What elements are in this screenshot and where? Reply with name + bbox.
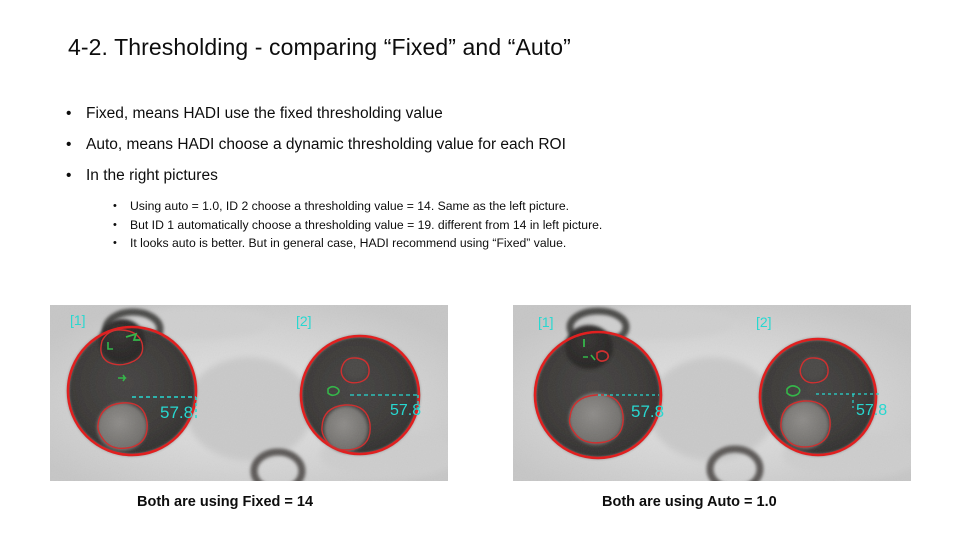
- bullet-marker-icon: •: [113, 200, 117, 212]
- page-title: 4-2. Thresholding - comparing “Fixed” an…: [68, 34, 571, 60]
- list-item: • Auto, means HADI choose a dynamic thre…: [62, 129, 822, 160]
- list-item-label: Fixed, means HADI use the fixed threshol…: [86, 105, 443, 122]
- sub-list-item-label: But ID 1 automatically choose a threshol…: [130, 217, 603, 232]
- caption-auto: Both are using Auto = 1.0: [602, 494, 777, 510]
- roi-measurement-2: 57.8: [856, 402, 887, 419]
- xray-panel-fixed: [1] 57.8 [2] 57.8: [50, 305, 448, 481]
- sub-bullet-list: • Using auto = 1.0, ID 2 choose a thresh…: [62, 197, 822, 253]
- xray-panel-auto: [1] 57.8 [2] 57.8: [513, 305, 911, 481]
- caption-fixed: Both are using Fixed = 14: [137, 494, 314, 510]
- roi-label-2: [2]: [296, 313, 312, 329]
- bullet-list: • Fixed, means HADI use the fixed thresh…: [62, 98, 822, 253]
- roi-label-2: [2]: [756, 314, 772, 330]
- sub-list-item: • But ID 1 automatically choose a thresh…: [111, 216, 822, 235]
- roi-label-1: [1]: [538, 314, 554, 330]
- roi-label-1: [1]: [70, 312, 86, 328]
- sub-list-item-label: It looks auto is better. But in general …: [130, 236, 567, 250]
- bullet-marker-icon: •: [66, 136, 72, 153]
- sub-list-item: • Using auto = 1.0, ID 2 choose a thresh…: [111, 197, 822, 216]
- bullet-marker-icon: •: [113, 237, 117, 249]
- roi-measurement-1: 57.8: [160, 403, 193, 422]
- bullet-marker-icon: •: [113, 218, 117, 231]
- list-item: • Fixed, means HADI use the fixed thresh…: [62, 98, 822, 129]
- roi-measurement-1: 57.8: [631, 402, 664, 421]
- sub-list-item: • It looks auto is better. But in genera…: [111, 234, 822, 253]
- list-item: • In the right pictures: [62, 160, 822, 191]
- roi-measurement-2: 57.8: [390, 402, 421, 419]
- bullet-marker-icon: •: [66, 105, 72, 122]
- sub-list-item-label: Using auto = 1.0, ID 2 choose a threshol…: [130, 199, 570, 213]
- list-item-label: Auto, means HADI choose a dynamic thresh…: [86, 136, 566, 153]
- bullet-marker-icon: •: [66, 167, 72, 184]
- list-item-label: In the right pictures: [86, 167, 218, 184]
